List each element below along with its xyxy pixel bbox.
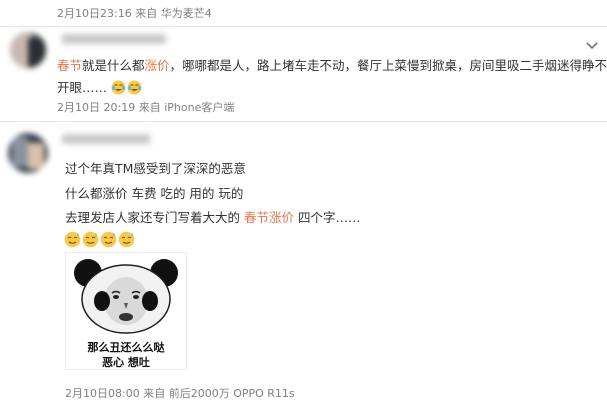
meme-sticker[interactable]: 那么丑还么么哒 恶心 想吐 [65,252,187,370]
sticker-caption: 恶心 想吐 [102,356,150,369]
divider [0,121,607,122]
chevron-down-icon[interactable] [586,36,598,50]
comment-device[interactable]: 前后2000万 OPPO R11s [169,387,295,400]
post-via: 来自 [135,7,158,20]
comment-text: 春节就是什么都涨价，哪哪都是人，路上堵车走不动，餐厅上菜慢到掀桌，房间里吸二手烟… [57,58,607,73]
divider [0,26,607,27]
sweat-emoji [118,231,135,248]
topic-link[interactable]: 涨价 [145,58,170,73]
comment-via: 来自 [138,101,161,114]
comment-date: 2月10日08:00 [65,387,140,400]
panda-face-image [74,259,178,334]
post-device[interactable]: 华为麦芒4 [161,7,212,20]
comment-text-line2: 开眼…… [57,77,143,96]
comment-via: 来自 [143,387,166,400]
comment-meta: 2月10日08:00 来自 前后2000万 OPPO R11s [65,385,295,401]
sweat-emoji [82,231,99,248]
sweat-emoji [64,231,81,248]
sticker-caption: 那么丑还么么哒 [87,341,165,354]
post-meta: 2月10日23:16 来自 华为麦芒4 [57,5,212,21]
username[interactable] [62,134,150,144]
avatar[interactable] [8,133,48,173]
comment-text: 什么都涨价 车费 吃的 用的 玩的 [65,186,244,201]
topic-link[interactable]: 春节涨价 [244,210,294,225]
comment-device[interactable]: iPhone客户端 [164,101,234,114]
sweat-emoji [100,231,117,248]
comment-date: 2月10日 20:19 [57,101,136,114]
emoji-row [64,230,136,248]
username[interactable] [62,34,166,44]
crying-laughing-emoji [127,80,142,95]
avatar[interactable] [10,32,46,68]
post-date: 2月10日23:16 [57,7,132,20]
comment-text: 去理发店人家还专门写着大大的 春节涨价 四个字…… [65,210,361,225]
topic-link[interactable]: 春节 [57,58,82,73]
crying-laughing-emoji [111,80,126,95]
comment-meta: 2月10日 20:19 来自 iPhone客户端 [57,99,234,115]
comment-text: 过个年真TM感受到了深深的恶意 [65,161,246,176]
